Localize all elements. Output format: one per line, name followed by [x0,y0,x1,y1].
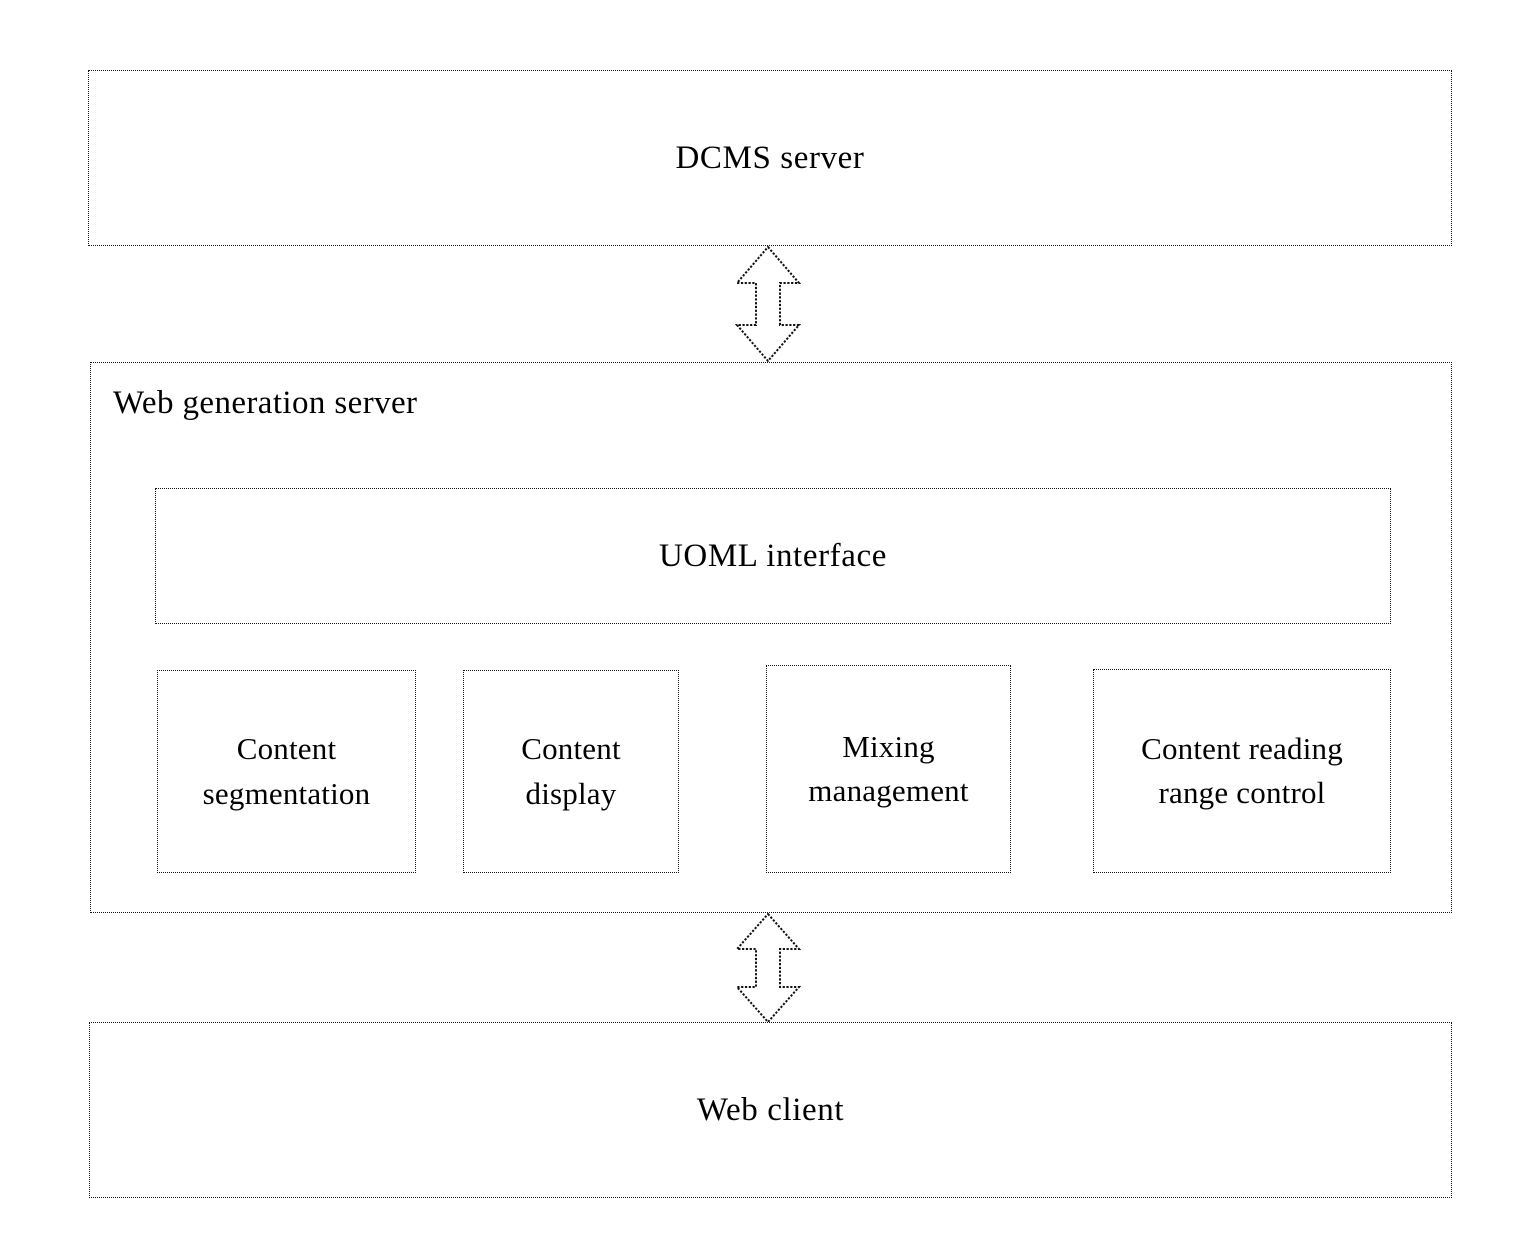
web-generation-server-box: Web generation server UOML interface Con… [90,362,1452,913]
module-label: Content reading range control [1141,727,1343,815]
uoml-interface-label: UOML interface [659,537,887,574]
module-label: Content display [521,727,621,815]
web-client-label: Web client [696,1091,845,1128]
module-label-line1: Mixing [842,728,935,764]
module-label-line1: Content [236,731,337,767]
module-label-line1: Content reading [1141,730,1343,766]
module-mixing-management: Mixing management [766,665,1011,873]
web-generation-server-label: Web generation server [113,385,418,421]
module-label-line2: display [525,775,617,811]
module-label-line2: segmentation [202,775,371,811]
dcms-to-web-generation-arrow [735,246,801,362]
module-content-reading-range-control: Content reading range control [1093,669,1391,873]
dcms-server-label: DCMS server [675,139,865,176]
web-generation-to-web-client-arrow [735,913,801,1023]
module-label: Mixing management [808,725,968,813]
uoml-interface-box: UOML interface [155,488,1391,624]
module-label: Content segmentation [203,727,371,815]
dcms-server-box: DCMS server [88,70,1452,246]
module-content-display: Content display [463,670,679,873]
module-label-line1: Content [521,731,621,767]
web-client-box: Web client [89,1022,1452,1198]
module-label-line2: range control [1158,775,1326,810]
diagram-canvas: DCMS server Web generation server UOML i… [0,0,1530,1246]
module-content-segmentation: Content segmentation [157,670,416,873]
module-label-line2: management [808,773,969,808]
